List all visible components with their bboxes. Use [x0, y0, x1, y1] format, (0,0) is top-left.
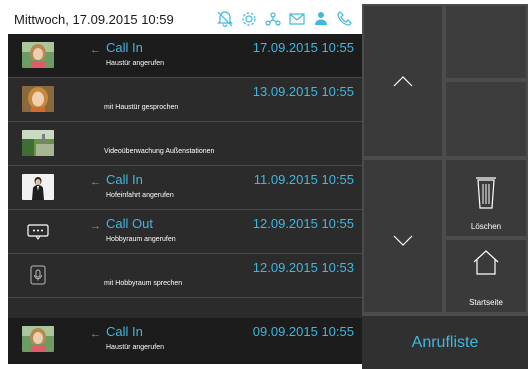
delete-label: Löschen: [470, 222, 502, 231]
list-item[interactable]: ← Call In Haustür angerufen 09.09.2015 1…: [8, 318, 362, 364]
call-description: Haustür angerufen: [106, 344, 164, 351]
call-in-arrow-icon: ←: [90, 44, 101, 56]
list-item[interactable]: mit Haustür gesprochen 13.09.2015 10:55: [8, 78, 362, 122]
home-icon: [472, 248, 500, 281]
mail-icon[interactable]: [288, 10, 306, 28]
woman-suit-photo-thumbnail: [22, 174, 54, 200]
call-date: 12.09.2015 10:55: [252, 216, 354, 231]
call-description: mit Haustür gesprochen: [104, 104, 179, 111]
list-item[interactable]: ← Call In Haustür angerufen 17.09.2015 1…: [8, 34, 362, 78]
empty-tile-middle: [446, 82, 526, 156]
call-description: Videoüberwachung Außenstationen: [104, 148, 215, 155]
call-date: 11.09.2015 10:55: [253, 172, 354, 187]
microphone-icon: [22, 262, 54, 288]
call-description: Hobbyraum angerufen: [106, 236, 176, 243]
call-description: Hofeinfahrt angerufen: [106, 192, 174, 199]
datetime-title: Mittwoch, 17.09.2015 10:59: [14, 12, 174, 27]
delete-button[interactable]: Löschen: [446, 160, 526, 236]
call-in-arrow-icon: ←: [90, 176, 101, 188]
call-description: mit Hobbyraum sprechen: [104, 280, 183, 287]
call-date: 12.09.2015 10:53: [252, 260, 354, 275]
call-date: 09.09.2015 10:55: [252, 324, 354, 339]
call-type: Call In: [106, 172, 143, 187]
call-in-arrow-icon: ←: [90, 328, 101, 340]
scroll-down-button[interactable]: [364, 160, 442, 312]
chevron-down-icon: [392, 234, 414, 253]
list-item[interactable]: ← Call In Hofeinfahrt angerufen 11.09.20…: [8, 166, 362, 210]
network-icon[interactable]: [264, 10, 282, 28]
status-header: Mittwoch, 17.09.2015 10:59: [8, 4, 360, 34]
app-window: Mittwoch, 17.09.2015 10:59 ← Call In Hau…: [0, 0, 528, 369]
call-list: ← Call In Haustür angerufen 17.09.2015 1…: [8, 34, 362, 364]
side-panel: Löschen Startseite Anrufliste: [362, 4, 528, 369]
trash-icon: [474, 174, 498, 215]
call-list-label: Anrufliste: [411, 334, 479, 351]
woman-photo-thumbnail: [22, 326, 54, 352]
garden-photo-thumbnail: [22, 130, 54, 156]
call-date: 17.09.2015 10:55: [252, 40, 354, 55]
intercom-icon: [22, 218, 54, 244]
woman-photo-thumbnail: [22, 42, 54, 68]
call-type: Call Out: [106, 216, 153, 231]
person-icon[interactable]: [312, 10, 330, 28]
phone-icon[interactable]: [336, 10, 354, 28]
empty-tile-top: [446, 6, 526, 78]
list-item[interactable]: mit Hobbyraum sprechen 12.09.2015 10:53: [8, 254, 362, 298]
woman-photo-thumbnail: [22, 86, 54, 112]
status-icons: [216, 10, 354, 28]
bell-off-icon[interactable]: [216, 10, 234, 28]
list-item[interactable]: Videoüberwachung Außenstationen: [8, 122, 362, 166]
gear-icon[interactable]: [240, 10, 258, 28]
call-description: Haustür angerufen: [106, 60, 164, 67]
call-list-button[interactable]: Anrufliste: [362, 316, 528, 369]
scroll-up-button[interactable]: [364, 6, 442, 156]
call-out-arrow-icon: →: [90, 220, 101, 232]
call-type: Call In: [106, 324, 143, 339]
chevron-up-icon: [392, 74, 414, 93]
home-label: Startseite: [469, 298, 503, 307]
list-item[interactable]: → Call Out Hobbyraum angerufen 12.09.201…: [8, 210, 362, 254]
home-button[interactable]: Startseite: [446, 240, 526, 312]
call-type: Call In: [106, 40, 143, 55]
call-date: 13.09.2015 10:55: [252, 84, 354, 99]
